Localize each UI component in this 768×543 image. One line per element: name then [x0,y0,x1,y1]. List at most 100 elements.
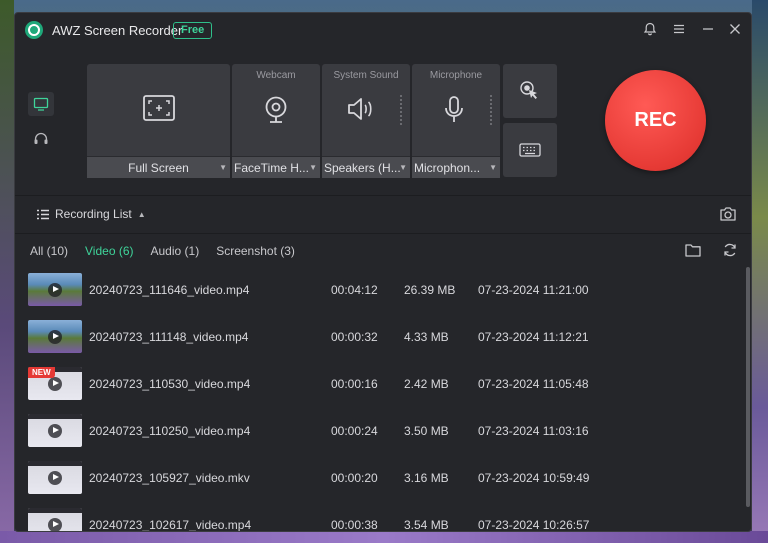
folder-icon [685,244,701,257]
play-icon [48,470,62,485]
file-name: 20240723_110530_video.mp4 [89,377,251,391]
webcam-select[interactable]: FaceTime H... ▼ [232,156,320,178]
app-title: AWZ Screen Recorder [52,23,183,38]
system-sound-value: Speakers (H... [324,161,401,175]
chevron-down-icon: ▼ [399,163,407,172]
system-volume-meter[interactable] [400,95,402,125]
refresh-button[interactable] [722,242,738,258]
microphone-card[interactable]: Microphone Microphon... ▼ [412,64,500,178]
chevron-down-icon: ▼ [489,163,497,172]
desktop-wallpaper-bottom [0,531,768,543]
microphone-volume-meter[interactable] [490,95,492,125]
list-item[interactable]: 20240723_111148_video.mp4 00:00:32 4.33 … [15,314,743,361]
file-name: 20240723_111646_video.mp4 [89,283,250,297]
audio-mode-button[interactable] [28,126,54,150]
open-folder-button[interactable] [685,243,701,257]
file-size: 3.16 MB [404,471,449,485]
list-item[interactable]: NEW 20240723_110530_video.mp4 00:00:16 2… [15,361,743,408]
file-name: 20240723_111148_video.mp4 [89,330,249,344]
microphone-label: Microphone [429,70,483,81]
play-icon [48,517,62,531]
webcam-label: Webcam [256,70,296,81]
speaker-icon [346,95,376,128]
screenshot-button[interactable] [719,206,737,222]
video-thumbnail[interactable] [28,414,82,447]
play-icon [48,376,62,391]
minimize-icon[interactable] [700,22,716,38]
microphone-select[interactable]: Microphon... ▼ [412,156,500,178]
system-sound-select[interactable]: Speakers (H... ▼ [322,156,410,178]
duration: 00:04:12 [331,283,378,297]
tab-all[interactable]: All (10) [30,244,68,258]
recording-list-toggle[interactable]: Recording List ▲ [37,207,146,221]
chevron-down-icon: ▼ [219,163,227,172]
microphone-value: Microphon... [414,161,481,175]
play-icon [48,329,62,344]
file-size: 3.54 MB [404,518,449,532]
play-icon [48,282,62,297]
file-name: 20240723_110250_video.mp4 [89,424,251,438]
created-date: 07-23-2024 11:21:00 [478,283,589,297]
divider [15,195,751,196]
close-icon[interactable] [727,22,743,38]
title-bar[interactable]: AWZ Screen Recorder Free [15,13,751,49]
created-date: 07-23-2024 11:05:48 [478,377,589,391]
recording-list-label: Recording List [55,207,132,221]
created-date: 07-23-2024 11:03:16 [478,424,589,438]
tab-screenshot[interactable]: Screenshot (3) [216,244,295,258]
video-thumbnail[interactable] [28,320,82,353]
monitor-icon [33,97,49,111]
file-name: 20240723_105927_video.mkv [89,471,250,485]
list-icon [37,209,49,219]
app-window: AWZ Screen Recorder Free Full Screen ▼ W… [14,12,752,532]
desktop-wallpaper-left [0,0,14,543]
recording-list: 20240723_111646_video.mp4 00:04:12 26.39… [15,267,743,532]
play-icon [48,423,62,438]
record-button[interactable]: REC [605,70,706,171]
screen-mode-button[interactable] [28,92,54,116]
video-thumbnail[interactable] [28,508,82,531]
screen-area-value: Full Screen [128,161,189,175]
file-size: 26.39 MB [404,283,456,297]
duration: 00:00:24 [331,424,378,438]
duration: 00:00:38 [331,518,378,532]
menu-icon[interactable] [671,22,687,38]
webcam-card[interactable]: Webcam FaceTime H... ▼ [232,64,320,178]
mouse-effects-button[interactable] [503,64,557,118]
headphones-icon [34,132,48,144]
chevron-down-icon: ▼ [309,163,317,172]
video-thumbnail[interactable]: NEW [28,367,82,400]
divider [15,233,751,234]
created-date: 07-23-2024 11:12:21 [478,330,589,344]
duration: 00:00:20 [331,471,378,485]
tab-video[interactable]: Video (6) [85,244,133,258]
list-item[interactable]: 20240723_111646_video.mp4 00:04:12 26.39… [15,267,743,314]
webcam-value: FaceTime H... [234,161,309,175]
list-item[interactable]: 20240723_105927_video.mkv 00:00:20 3.16 … [15,455,743,502]
new-badge: NEW [28,367,55,378]
created-date: 07-23-2024 10:26:57 [478,518,590,532]
keyboard-button[interactable] [503,123,557,177]
refresh-icon [724,243,736,257]
system-sound-label: System Sound [333,70,399,81]
file-size: 2.42 MB [404,377,449,391]
camera-icon [720,207,736,221]
cursor-click-icon [520,81,537,99]
list-scrollbar[interactable] [746,267,750,507]
tab-audio[interactable]: Audio (1) [151,244,200,258]
chevron-up-icon: ▲ [137,209,146,219]
screen-area-card[interactable]: Full Screen ▼ [87,64,230,178]
video-thumbnail[interactable] [28,273,82,306]
bell-icon[interactable] [642,22,658,38]
video-thumbnail[interactable] [28,461,82,494]
plan-badge[interactable]: Free [173,22,213,39]
keyboard-icon [519,143,541,157]
app-logo-icon [25,21,43,39]
list-item[interactable]: 20240723_110250_video.mp4 00:00:24 3.50 … [15,408,743,455]
screen-area-select[interactable]: Full Screen ▼ [87,156,230,178]
created-date: 07-23-2024 10:59:49 [478,471,590,485]
screen-capture-icon [142,94,176,127]
file-size: 3.50 MB [404,424,449,438]
list-item[interactable]: 20240723_102617_video.mp4 00:00:38 3.54 … [15,502,743,532]
system-sound-card[interactable]: System Sound Speakers (H... ▼ [322,64,410,178]
